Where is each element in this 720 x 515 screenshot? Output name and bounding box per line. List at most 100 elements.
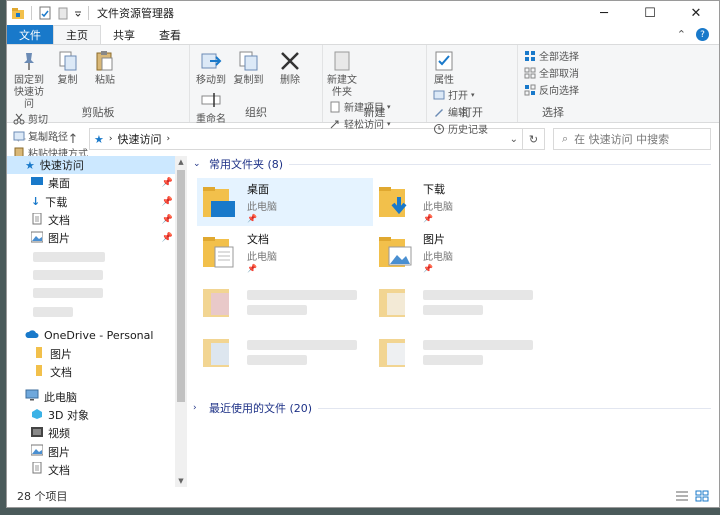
- pinned-icon: 📌: [161, 233, 173, 244]
- nav-pc-documents[interactable]: 文档: [7, 461, 187, 479]
- folder-name: 桌面: [247, 183, 269, 196]
- copy-path-button[interactable]: 复制路径: [13, 128, 88, 143]
- folder-tile-blurred[interactable]: [197, 278, 373, 326]
- details-view-icon[interactable]: [675, 490, 689, 502]
- nav-item-desktop[interactable]: 桌面 📌: [7, 174, 187, 192]
- refresh-button[interactable]: ↻: [523, 128, 545, 150]
- tab-share[interactable]: 共享: [101, 25, 147, 44]
- explorer-window: 文件资源管理器 ─ ☐ ✕ 文件 主页 共享 查看 ⌃ ? 固定到快速访问 复制: [6, 0, 720, 508]
- select-none-button[interactable]: 全部取消: [524, 65, 579, 80]
- new-folder-icon[interactable]: [56, 6, 70, 20]
- copy-button[interactable]: 复制: [51, 48, 85, 87]
- move-to-button[interactable]: 移动到: [194, 48, 228, 87]
- collapse-ribbon-icon[interactable]: ⌃: [677, 28, 686, 41]
- nav-scrollbar[interactable]: ▲ ▼: [175, 156, 187, 487]
- star-icon: ★: [25, 158, 35, 172]
- nav-pc-pictures[interactable]: 图片: [7, 442, 187, 460]
- history-button[interactable]: 历史记录: [433, 121, 488, 136]
- folder-tile-pictures[interactable]: 图片 此电脑 📌: [373, 228, 549, 276]
- desktop-icon: [31, 176, 43, 190]
- delete-label: 删除: [280, 75, 300, 86]
- nav-item-label: 图片: [48, 445, 70, 459]
- customize-toolbar-chevron-icon[interactable]: [74, 6, 82, 20]
- nav-item-downloads[interactable]: ↓ 下载 📌: [7, 193, 187, 211]
- folder-icon: [201, 283, 239, 321]
- nav-item-blurred[interactable]: [7, 266, 187, 284]
- copy-to-label: 复制到: [233, 75, 264, 86]
- pinned-icon: 📌: [161, 196, 173, 207]
- folder-tile-blurred[interactable]: [373, 328, 549, 376]
- history-label: 历史记录: [448, 125, 488, 136]
- scroll-down-icon[interactable]: ▼: [175, 477, 187, 485]
- select-all-button[interactable]: 全部选择: [524, 48, 579, 63]
- delete-button[interactable]: 删除: [273, 48, 307, 87]
- large-icons-view-icon[interactable]: [695, 490, 709, 502]
- nav-pc-3d-objects[interactable]: 3D 对象: [7, 406, 187, 424]
- nav-item-blurred[interactable]: [7, 247, 187, 265]
- ribbon-tabs: 文件 主页 共享 查看 ⌃ ?: [7, 25, 719, 44]
- new-folder-label: 新建文件夹: [327, 75, 357, 98]
- nav-item-label: 图片: [50, 348, 72, 362]
- copy-to-button[interactable]: 复制到: [232, 48, 266, 87]
- folder-tile-blurred[interactable]: [373, 278, 549, 326]
- breadcrumb-chevron-icon: ›: [166, 134, 171, 144]
- desktop-folder-icon: [201, 183, 239, 221]
- paste-button[interactable]: 粘贴: [88, 48, 122, 87]
- frequent-folders-header[interactable]: ⌄ 常用文件夹 (8): [193, 156, 719, 172]
- documents-folder-icon: [201, 233, 239, 271]
- folder-tile-desktop[interactable]: 桌面 此电脑 📌: [197, 178, 373, 226]
- recent-files-title: 最近使用的文件 (20): [209, 402, 313, 415]
- blurred-label: [423, 304, 483, 315]
- folder-tile-documents[interactable]: 文档 此电脑 📌: [197, 228, 373, 276]
- folder-location: 此电脑: [423, 252, 453, 263]
- folder-name: 文档: [247, 233, 269, 246]
- maximize-button[interactable]: ☐: [627, 1, 673, 25]
- frequent-folders-title: 常用文件夹 (8): [209, 158, 284, 171]
- select-group: 全部选择 全部取消 反向选择 选择: [518, 45, 588, 122]
- search-placeholder: 在 快速访问 中搜索: [574, 133, 670, 146]
- pinned-icon: 📌: [161, 178, 173, 189]
- close-button[interactable]: ✕: [673, 1, 719, 25]
- folder-tile-blurred[interactable]: [197, 328, 373, 376]
- tab-home[interactable]: 主页: [53, 25, 101, 44]
- paste-icon: [96, 51, 113, 71]
- properties-button[interactable]: 属性: [431, 48, 457, 87]
- invert-selection-button[interactable]: 反向选择: [524, 82, 579, 97]
- navigation-pane: ★ 快速访问 桌面 📌 ↓ 下载 📌 文档 📌 图片 📌 OneDrive - …: [7, 156, 187, 487]
- scrollbar-thumb[interactable]: [177, 170, 185, 402]
- collapse-chevron-icon[interactable]: ⌄: [193, 159, 203, 169]
- blurred-text: [423, 289, 533, 315]
- scroll-up-icon[interactable]: ▲: [175, 158, 187, 166]
- new-folder-button[interactable]: 新建文件夹: [327, 48, 357, 99]
- nav-item-blurred[interactable]: [7, 302, 187, 320]
- nav-onedrive[interactable]: OneDrive - Personal: [7, 327, 187, 345]
- help-icon[interactable]: ?: [696, 28, 709, 41]
- nav-pc-videos[interactable]: 视频: [7, 424, 187, 442]
- nav-item-label: 3D 对象: [48, 409, 89, 422]
- minimize-button[interactable]: ─: [581, 1, 627, 25]
- pin-to-quick-access-button[interactable]: 固定到快速访问: [11, 48, 47, 111]
- clipboard-group: 固定到快速访问 复制 粘贴 剪切 复制路径 粘贴快捷方式 剪贴板: [7, 45, 190, 160]
- open-button[interactable]: 打开 ▾: [433, 87, 488, 102]
- nav-this-pc[interactable]: 此电脑: [7, 388, 187, 406]
- computer-icon: [25, 389, 39, 404]
- nav-quick-access[interactable]: ★ 快速访问: [7, 156, 187, 175]
- address-dropdown-icon[interactable]: ⌄: [510, 134, 518, 145]
- tab-view[interactable]: 查看: [147, 25, 193, 44]
- expand-chevron-icon[interactable]: ›: [193, 403, 203, 413]
- item-count: 28 个项目: [17, 490, 68, 503]
- nav-item-pictures[interactable]: 图片 📌: [7, 229, 187, 247]
- refresh-icon: ↻: [528, 132, 539, 146]
- nav-onedrive-pictures[interactable]: 图片: [7, 345, 187, 363]
- picture-icon: [30, 231, 44, 246]
- nav-item-blurred[interactable]: [7, 284, 187, 302]
- folder-tile-downloads[interactable]: 下载 此电脑 📌: [373, 178, 549, 226]
- nav-onedrive-documents[interactable]: 文档: [7, 363, 187, 381]
- folder-icon: [377, 333, 415, 371]
- breadcrumb-path[interactable]: 快速访问: [117, 131, 161, 147]
- nav-item-documents[interactable]: 文档 📌: [7, 211, 187, 229]
- search-box[interactable]: ⌕ 在 快速访问 中搜索: [553, 128, 711, 150]
- recent-files-header[interactable]: › 最近使用的文件 (20): [193, 400, 719, 416]
- tab-file[interactable]: 文件: [7, 25, 53, 44]
- properties-icon[interactable]: [38, 6, 52, 20]
